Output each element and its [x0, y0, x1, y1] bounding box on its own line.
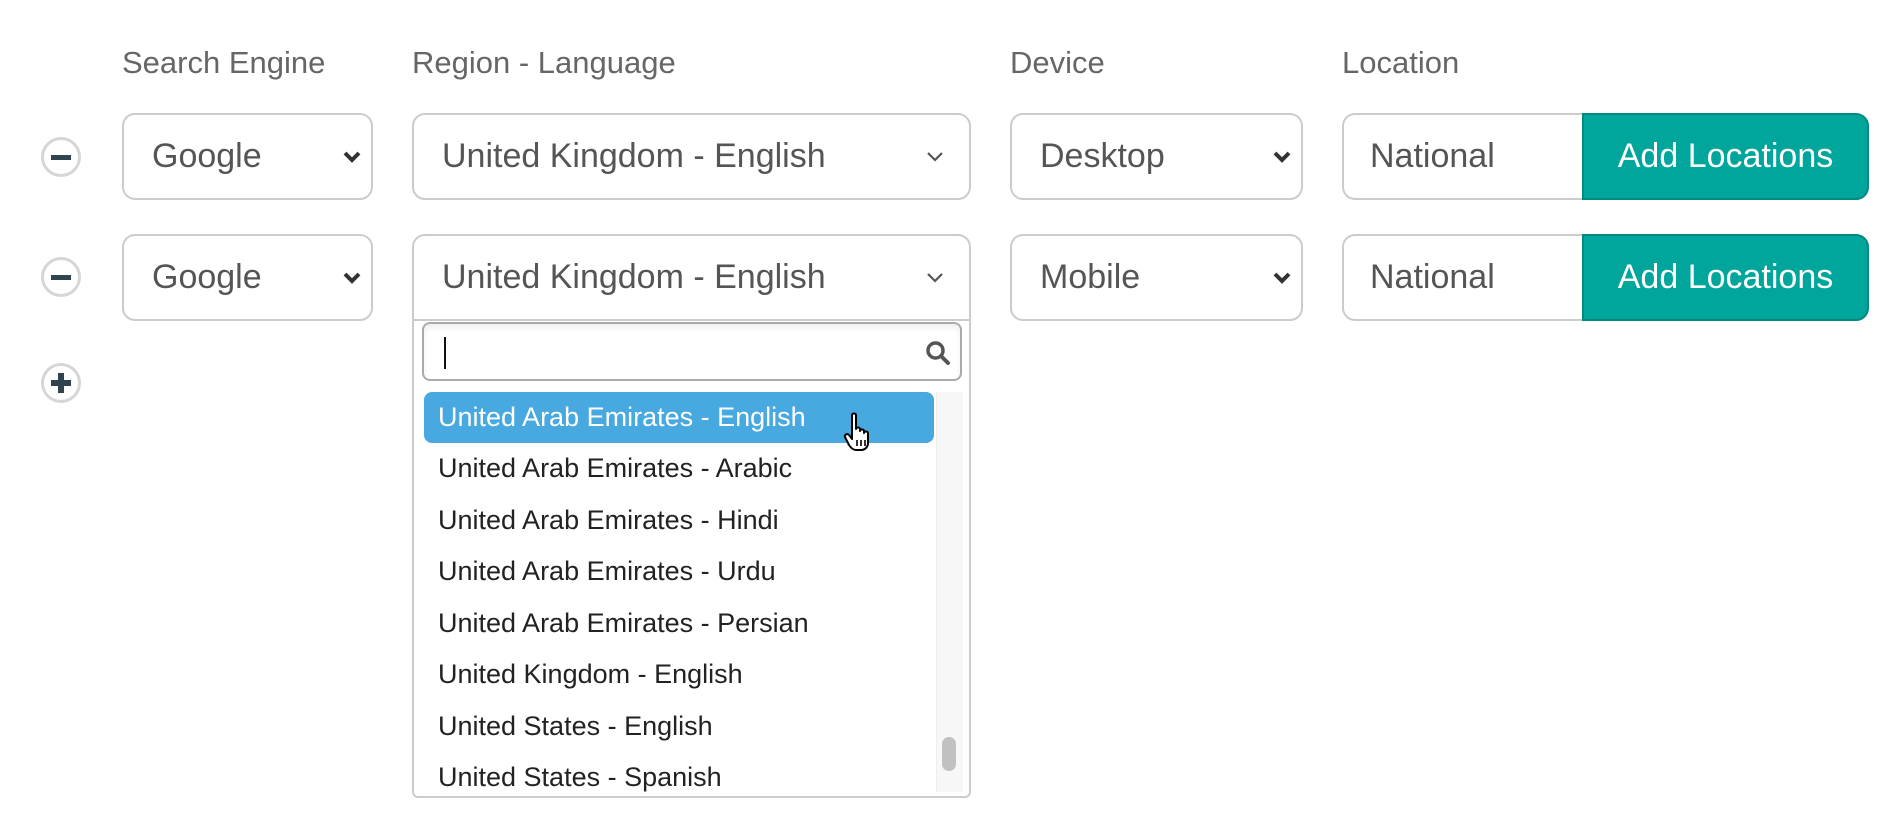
- remove-row-button[interactable]: [41, 257, 81, 297]
- hand-pointer-icon: [843, 412, 869, 451]
- scrollbar-thumb[interactable]: [942, 737, 956, 771]
- search-engine-select[interactable]: Google: [122, 234, 373, 321]
- device-value: Mobile: [1040, 258, 1141, 296]
- region-language-dropdown: United Arab Emirates - English United Ar…: [412, 321, 971, 798]
- dropdown-search-input[interactable]: [422, 322, 962, 381]
- dropdown-option[interactable]: United Arab Emirates - Hindi: [424, 495, 934, 547]
- chevron-down-icon: [927, 151, 943, 162]
- chevron-down-icon: [343, 151, 361, 163]
- chevron-down-icon: [343, 272, 361, 284]
- location-input[interactable]: National: [1342, 113, 1582, 200]
- region-language-select[interactable]: United Kingdom - English: [412, 113, 971, 200]
- chevron-down-icon: [927, 272, 943, 283]
- dropdown-scrollbar[interactable]: [936, 392, 963, 792]
- header-search-engine: Search Engine: [122, 45, 326, 80]
- chevron-down-icon: [1273, 151, 1291, 163]
- region-language-select[interactable]: United Kingdom - English: [412, 234, 971, 321]
- region-language-value: United Kingdom - English: [442, 258, 826, 296]
- dropdown-options-list: United Arab Emirates - English United Ar…: [424, 392, 934, 792]
- header-device: Device: [1010, 45, 1105, 80]
- device-value: Desktop: [1040, 137, 1165, 175]
- region-language-value: United Kingdom - English: [442, 137, 826, 175]
- header-region-language: Region - Language: [412, 45, 676, 80]
- dropdown-option[interactable]: United Kingdom - English: [424, 649, 934, 701]
- dropdown-option[interactable]: United States - Spanish: [424, 752, 934, 792]
- add-row-button[interactable]: [41, 363, 81, 403]
- location-input[interactable]: National: [1342, 234, 1582, 321]
- search-engine-value: Google: [152, 137, 262, 175]
- device-select[interactable]: Desktop: [1010, 113, 1303, 200]
- add-locations-button[interactable]: Add Locations: [1582, 234, 1869, 321]
- dropdown-option[interactable]: United States - English: [424, 701, 934, 753]
- minus-icon: [51, 154, 71, 160]
- search-engine-select[interactable]: Google: [122, 113, 373, 200]
- device-select[interactable]: Mobile: [1010, 234, 1303, 321]
- text-caret: [444, 337, 446, 369]
- header-location: Location: [1342, 45, 1460, 80]
- add-locations-button[interactable]: Add Locations: [1582, 113, 1869, 200]
- search-engine-value: Google: [152, 258, 262, 296]
- chevron-down-icon: [1273, 272, 1291, 284]
- plus-icon: [51, 373, 71, 393]
- remove-row-button[interactable]: [41, 137, 81, 177]
- dropdown-option[interactable]: United Arab Emirates - Persian: [424, 598, 934, 650]
- dropdown-option[interactable]: United Arab Emirates - Urdu: [424, 546, 934, 598]
- minus-icon: [51, 274, 71, 280]
- search-icon: [926, 341, 950, 365]
